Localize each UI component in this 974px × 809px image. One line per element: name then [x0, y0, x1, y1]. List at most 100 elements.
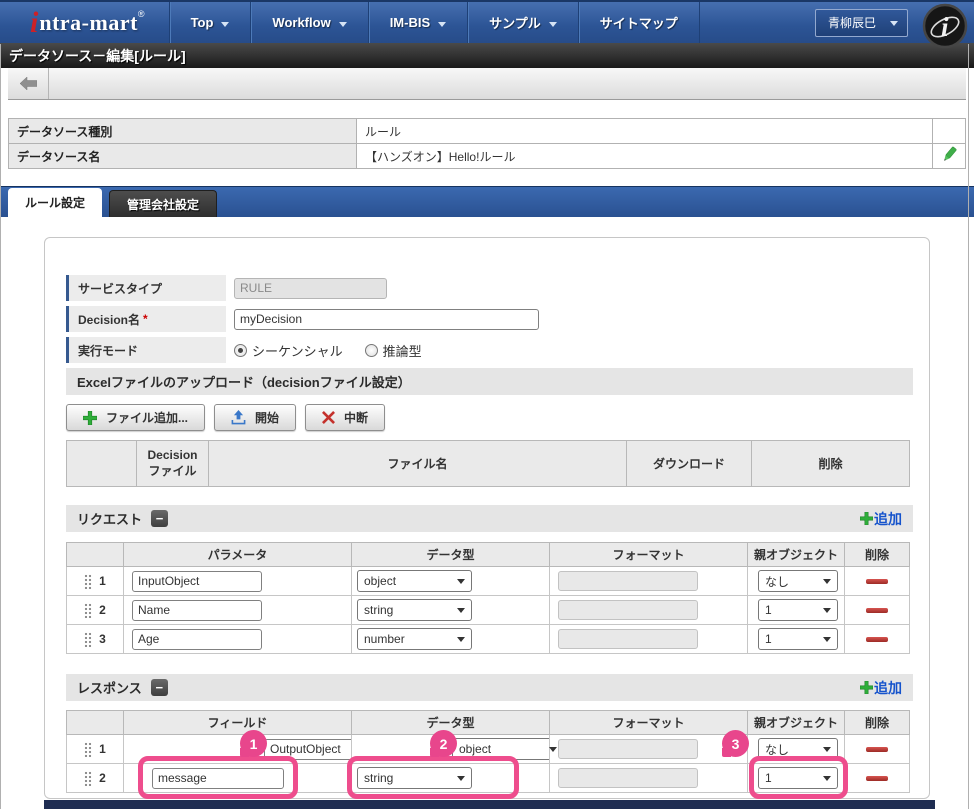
column-header-format: フォーマット — [550, 543, 748, 567]
parameter-input[interactable] — [132, 600, 262, 621]
collapse-button[interactable]: − — [151, 510, 168, 527]
tab-rule-settings[interactable]: ルール設定 — [8, 188, 102, 217]
user-menu-button[interactable]: 青柳辰巳 — [815, 9, 908, 37]
parent-object-select[interactable]: 1 — [758, 599, 838, 621]
decision-name-label: Decision名* — [66, 306, 226, 332]
plus-icon — [860, 681, 873, 694]
decision-name-row: Decision名* — [66, 306, 911, 332]
row-number: 2 — [99, 603, 106, 617]
drag-handle[interactable] — [84, 603, 92, 618]
delete-row-icon[interactable] — [866, 579, 888, 584]
data-type-select[interactable]: object — [357, 570, 472, 592]
annotation-highlight-type — [347, 756, 519, 799]
delete-row-icon[interactable] — [866, 776, 888, 781]
registered-mark: ® — [138, 9, 145, 19]
parent-object-select[interactable]: なし — [758, 570, 838, 592]
radio-icon — [365, 344, 378, 357]
plus-icon — [860, 512, 873, 525]
logo-text: ntra-mart — [39, 10, 138, 36]
column-header-delete: 削除 — [845, 543, 910, 567]
decision-file-table: Decisionファイル ファイル名 ダウンロード 削除 — [66, 440, 910, 487]
chevron-down-icon — [823, 579, 831, 584]
column-header — [67, 441, 137, 487]
column-header-decision-file: Decisionファイル — [137, 441, 209, 487]
format-input-disabled — [558, 571, 698, 591]
request-table: パラメータ データ型 フォーマット 親オブジェクト 削除 1 object なし… — [66, 542, 910, 654]
service-type-field — [234, 278, 387, 299]
exec-mode-label: 実行モード — [66, 337, 226, 363]
chevron-down-icon — [221, 22, 229, 27]
add-file-button[interactable]: ファイル追加... — [66, 404, 205, 431]
decision-name-field[interactable] — [234, 309, 539, 330]
drag-handle[interactable] — [84, 771, 92, 786]
drag-handle[interactable] — [84, 742, 92, 757]
window-left-edge — [0, 44, 1, 809]
back-button[interactable] — [8, 68, 49, 99]
nav-item-top[interactable]: Top — [169, 2, 251, 43]
data-type-select[interactable]: string — [357, 599, 472, 621]
data-type-select[interactable]: number — [357, 628, 472, 650]
nav-item-workflow[interactable]: Workflow — [250, 2, 367, 43]
parent-object-select[interactable]: 1 — [758, 628, 838, 650]
drag-handle[interactable] — [84, 574, 92, 589]
response-add-link[interactable]: 追加 — [860, 678, 902, 698]
column-header-parameter: パラメータ — [124, 543, 352, 567]
red-x-icon — [322, 411, 335, 424]
radio-inference[interactable]: 推論型 — [365, 341, 422, 360]
nav-item-label: Top — [191, 15, 214, 30]
request-section-header: リクエスト − 追加 — [66, 505, 913, 532]
start-button[interactable]: 開始 — [214, 404, 296, 431]
request-row-1: 1 object なし — [67, 567, 910, 596]
parameter-input[interactable] — [132, 629, 262, 650]
format-input-disabled — [558, 768, 698, 788]
edit-pencil-icon[interactable] — [940, 153, 958, 167]
datasource-type-value: ルール — [357, 119, 933, 144]
row-number: 1 — [99, 574, 106, 588]
column-header-field: フィールド — [124, 711, 352, 735]
column-header — [67, 543, 124, 567]
table-row: データソース種別 ルール — [9, 119, 966, 144]
delete-row-icon[interactable] — [866, 608, 888, 613]
tab-admin-company-settings[interactable]: 管理会社設定 — [109, 190, 217, 217]
request-row-3: 3 number 1 — [67, 625, 910, 654]
annotation-badge-1: 1 — [240, 730, 267, 757]
section-title: リクエスト — [77, 509, 142, 528]
nav-item-label: サイトマップ — [600, 13, 678, 32]
column-header-format: フォーマット — [550, 711, 748, 735]
nav-item-sitemap[interactable]: サイトマップ — [578, 2, 700, 43]
logo-i-glyph: i — [30, 6, 38, 40]
collapse-button[interactable]: − — [151, 679, 168, 696]
rule-settings-panel: サービスタイプ Decision名* 実行モード シーケンシャル 推論型 Exc… — [44, 237, 930, 799]
nav-item-label: サンプル — [489, 13, 541, 32]
radio-icon — [234, 344, 247, 357]
delete-row-icon[interactable] — [866, 637, 888, 642]
row-number: 3 — [99, 632, 106, 646]
window-right-edge — [968, 44, 969, 809]
delete-row-icon[interactable] — [866, 747, 888, 752]
chevron-down-icon — [823, 637, 831, 642]
format-input-disabled — [558, 629, 698, 649]
nav-item-label: IM-BIS — [390, 15, 430, 30]
request-add-link[interactable]: 追加 — [860, 509, 902, 529]
plus-icon — [83, 411, 97, 425]
chevron-down-icon — [457, 637, 465, 642]
chevron-down-icon — [438, 22, 446, 27]
datasource-name-label: データソース名 — [9, 144, 357, 169]
nav-item-im-bis[interactable]: IM-BIS — [368, 2, 467, 43]
service-type-row: サービスタイプ — [66, 275, 911, 301]
parameter-input[interactable] — [132, 571, 262, 592]
nav-item-sample[interactable]: サンプル — [467, 2, 578, 43]
column-header-delete: 削除 — [752, 441, 910, 487]
tab-bar: ルール設定 管理会社設定 — [0, 186, 974, 217]
back-arrow-icon — [20, 77, 37, 90]
radio-sequential[interactable]: シーケンシャル — [234, 341, 343, 360]
intra-mart-round-icon[interactable]: i — [922, 3, 968, 49]
nav-item-label: Workflow — [272, 15, 330, 30]
abort-button[interactable]: 中断 — [305, 404, 385, 431]
intra-mart-logo[interactable]: intra-mart® — [0, 2, 169, 43]
datasource-info-table: データソース種別 ルール データソース名 【ハンズオン】Hello!ルール — [8, 118, 966, 169]
column-header-file-name: ファイル名 — [209, 441, 627, 487]
datasource-edit-page: intra-mart® Top Workflow IM-BIS サンプル サイト… — [0, 0, 974, 809]
service-type-label: サービスタイプ — [66, 275, 226, 301]
drag-handle[interactable] — [84, 632, 92, 647]
